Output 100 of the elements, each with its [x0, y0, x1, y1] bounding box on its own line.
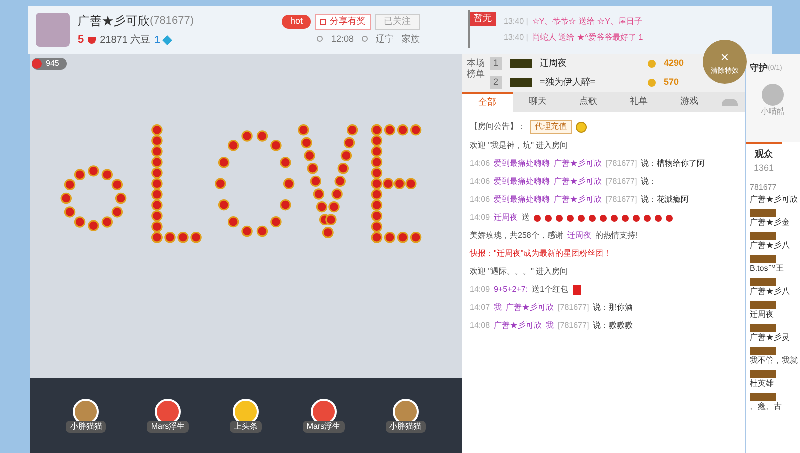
chat-tab[interactable]: 聊天	[512, 92, 564, 112]
user-name[interactable]: 、鑫、古	[750, 401, 800, 413]
rank-score: 4290	[664, 56, 684, 70]
chat-text: 说：那你酒	[593, 302, 634, 314]
user-name[interactable]: 迁周夜	[750, 309, 800, 321]
chat-target[interactable]: 广善★彡可欣	[554, 158, 602, 170]
chat-text: 说：嗷嗷嗷	[593, 320, 634, 332]
location-icon	[362, 36, 368, 42]
rank-badge-icon	[750, 324, 776, 332]
clock-icon	[317, 36, 324, 42]
chat-tab[interactable]: 礼单	[614, 92, 664, 112]
gift-item[interactable]: 小胖猫猫	[66, 398, 106, 432]
chat-text: 说：	[641, 176, 658, 188]
user-name[interactable]: 广善★彡八	[750, 286, 800, 298]
user-name[interactable]: 广善★彡金	[750, 217, 800, 229]
chat-text: 送1个红包	[532, 284, 569, 296]
chat-time: 14:06	[470, 176, 490, 188]
chat-text: 说：花溅瘾阿	[641, 194, 690, 206]
rank-number: 2	[490, 76, 502, 90]
host-level: 5	[78, 32, 84, 48]
share-button[interactable]: 分享有奖	[315, 14, 371, 30]
chat-user[interactable]: 我	[494, 302, 502, 314]
broadcast-text: ☆Y、蒂蒂☆ 送给 ☆Y、屋日子	[532, 16, 642, 28]
broadcast-time: 13:40 |	[504, 16, 528, 28]
chat-text: 送	[522, 212, 530, 224]
rank-badge-icon	[750, 301, 776, 309]
notice-label: 【房间公告】：	[470, 121, 526, 133]
rank-badge-icon	[750, 232, 776, 240]
chat-time: 14:08	[470, 320, 490, 332]
family-label: 家族	[402, 32, 420, 46]
ranking-label: 本场榜单	[466, 57, 486, 81]
chat-tab[interactable]: 全部	[462, 92, 513, 112]
user-name[interactable]: 广善★彡灵	[750, 332, 800, 344]
alert-message: 快报："迁周夜"成为最新的星团粉丝团！	[470, 248, 612, 260]
thanks-tail: 的热情支持!	[595, 230, 638, 242]
user-name[interactable]: 广善★彡可欣	[750, 194, 800, 206]
gift-item[interactable]: Mars浮生	[147, 398, 190, 432]
gift-item[interactable]: Mars浮生	[302, 398, 345, 432]
chat-user[interactable]: 迁周夜	[567, 230, 592, 242]
chat-time: 14:06	[470, 194, 490, 206]
broadcast-text: 尚蛇人 送给 ★^爱爷爷最好了 1	[532, 32, 644, 44]
chat-tab[interactable]: 游戏	[664, 92, 715, 112]
host-id: (781677)	[150, 14, 194, 28]
user-name[interactable]: 我不管，我就	[750, 355, 800, 367]
location: 辽宁	[376, 32, 394, 46]
chat-tab[interactable]: 点歌	[563, 92, 614, 112]
chat-user[interactable]: 爱到最痛处嗨嗨	[494, 194, 550, 206]
target-id: [781677]	[606, 176, 638, 188]
rank-badge-icon	[750, 278, 776, 286]
close-icon: ×	[720, 50, 730, 64]
bean-count: 21871 六豆	[100, 34, 151, 48]
rank-score: 570	[664, 76, 680, 89]
viewer-count: 945	[32, 58, 68, 70]
chat-user[interactable]: 9+5+2+7:	[494, 284, 528, 296]
chat-time: 14:07	[470, 302, 490, 314]
thanks-text: 美娇玫瑰，共258个，感谢	[470, 230, 564, 242]
user-name[interactable]: B.tos™王	[750, 263, 800, 275]
stream-time: 12:08	[331, 32, 354, 46]
chat-time: 14:09	[470, 212, 490, 224]
chat-target[interactable]: 广善★彡可欣	[554, 194, 602, 206]
rank-badge-icon	[750, 370, 776, 378]
rank-badge-icon	[750, 255, 776, 263]
guard-title: 守护	[750, 62, 768, 75]
hot-badge: hot	[282, 15, 311, 28]
fan-level: 1	[154, 34, 160, 48]
chat-user[interactable]: 广善★彡可欣	[494, 320, 542, 332]
target-id: [781677]	[606, 194, 638, 206]
system-message: 欢迎 "我是神，坑" 进入房间	[470, 140, 568, 152]
chat-user[interactable]: 爱到最痛处嗨嗨	[494, 158, 550, 170]
chat-target[interactable]: 我	[546, 320, 554, 332]
chat-text: 说：槽物给你了阿	[641, 158, 706, 170]
guard-name: 小喵酷	[761, 106, 785, 118]
guard-avatar-placeholder	[762, 84, 784, 106]
flag-text: 暂无	[470, 12, 496, 26]
target-id: [781677]	[558, 320, 590, 332]
target-id: [781677]	[558, 302, 590, 314]
chat-target[interactable]: 广善★彡可欣	[506, 302, 554, 314]
user-name[interactable]: 广善★彡八	[750, 240, 800, 252]
chat-time: 14:06	[470, 158, 490, 170]
rank-number: 1	[490, 56, 502, 70]
rank-badge-icon	[750, 347, 776, 355]
audience-tab[interactable]: 观众 1361	[746, 142, 782, 179]
system-message: 欢迎 "遇际。。。" 进入房间	[470, 266, 568, 278]
broadcast-time: 13:40 |	[504, 32, 528, 44]
chat-time: 14:09	[470, 284, 490, 296]
rank-name: 迁周夜	[540, 56, 568, 70]
user-name[interactable]: 杜英雄	[750, 378, 800, 390]
user-id: 781677	[750, 182, 778, 194]
gift-item[interactable]: 上头条	[230, 398, 262, 432]
avatar-placeholder[interactable]	[36, 13, 70, 47]
target-id: [781677]	[606, 158, 638, 170]
chat-user[interactable]: 爱到最痛处嗨嗨	[494, 176, 550, 188]
chat-target[interactable]: 广善★彡可欣	[554, 176, 602, 188]
gift-item[interactable]: 小胖猫猫	[386, 398, 426, 432]
rank-name: =独为伊人醉=	[540, 76, 597, 89]
rank-badge-icon	[750, 209, 776, 217]
host-name: 广善★彡可欣	[78, 12, 150, 30]
chat-user[interactable]: 迁周夜	[494, 212, 518, 224]
rank-badge-icon	[750, 393, 776, 401]
recharge-tag[interactable]: 代理充值	[530, 120, 572, 134]
